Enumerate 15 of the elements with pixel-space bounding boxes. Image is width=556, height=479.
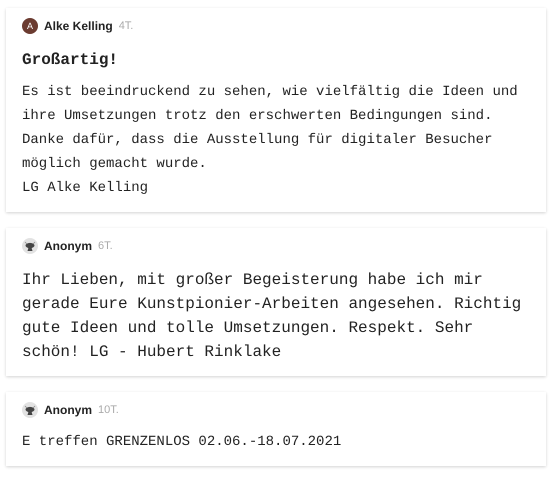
timestamp: 4T. <box>118 20 134 32</box>
comment-title: Großartig! <box>22 50 120 70</box>
author-name: Anonym <box>44 403 92 417</box>
author-name: Alke Kelling <box>44 19 113 33</box>
anonymous-avatar-icon <box>22 402 38 418</box>
comment-text: E treffen GRENZENLOS 02.06.-18.07.2021 <box>22 433 342 452</box>
avatar: A <box>22 18 38 34</box>
timestamp: 6T. <box>98 240 113 252</box>
comment-text: Es ist beeindruckend zu sehen, wie vielfältig die Ideen und ihre Umsetzungen trotz den erschwerten Bedingungen sind. <box>22 83 519 126</box>
comment-text: Ihr Lieben, mit großer Begeisterung habe ich mir gerade Eure Kunstpionier-Arbeiten angesehen. Richtig gute Ideen und tolle Umsetzungen. Respekt. Sehr schön! LG - Hubert Rinklake <box>22 270 522 363</box>
comment-text: Danke dafür, dass die Ausstellung für digitaler Besucher möglich gemacht wurde. <box>22 131 494 174</box>
author-name: Anonym <box>44 239 92 253</box>
timestamp: 10T. <box>98 404 119 416</box>
anonymous-avatar-icon <box>22 238 38 254</box>
comment-text: LG Alke Kelling <box>22 179 150 198</box>
